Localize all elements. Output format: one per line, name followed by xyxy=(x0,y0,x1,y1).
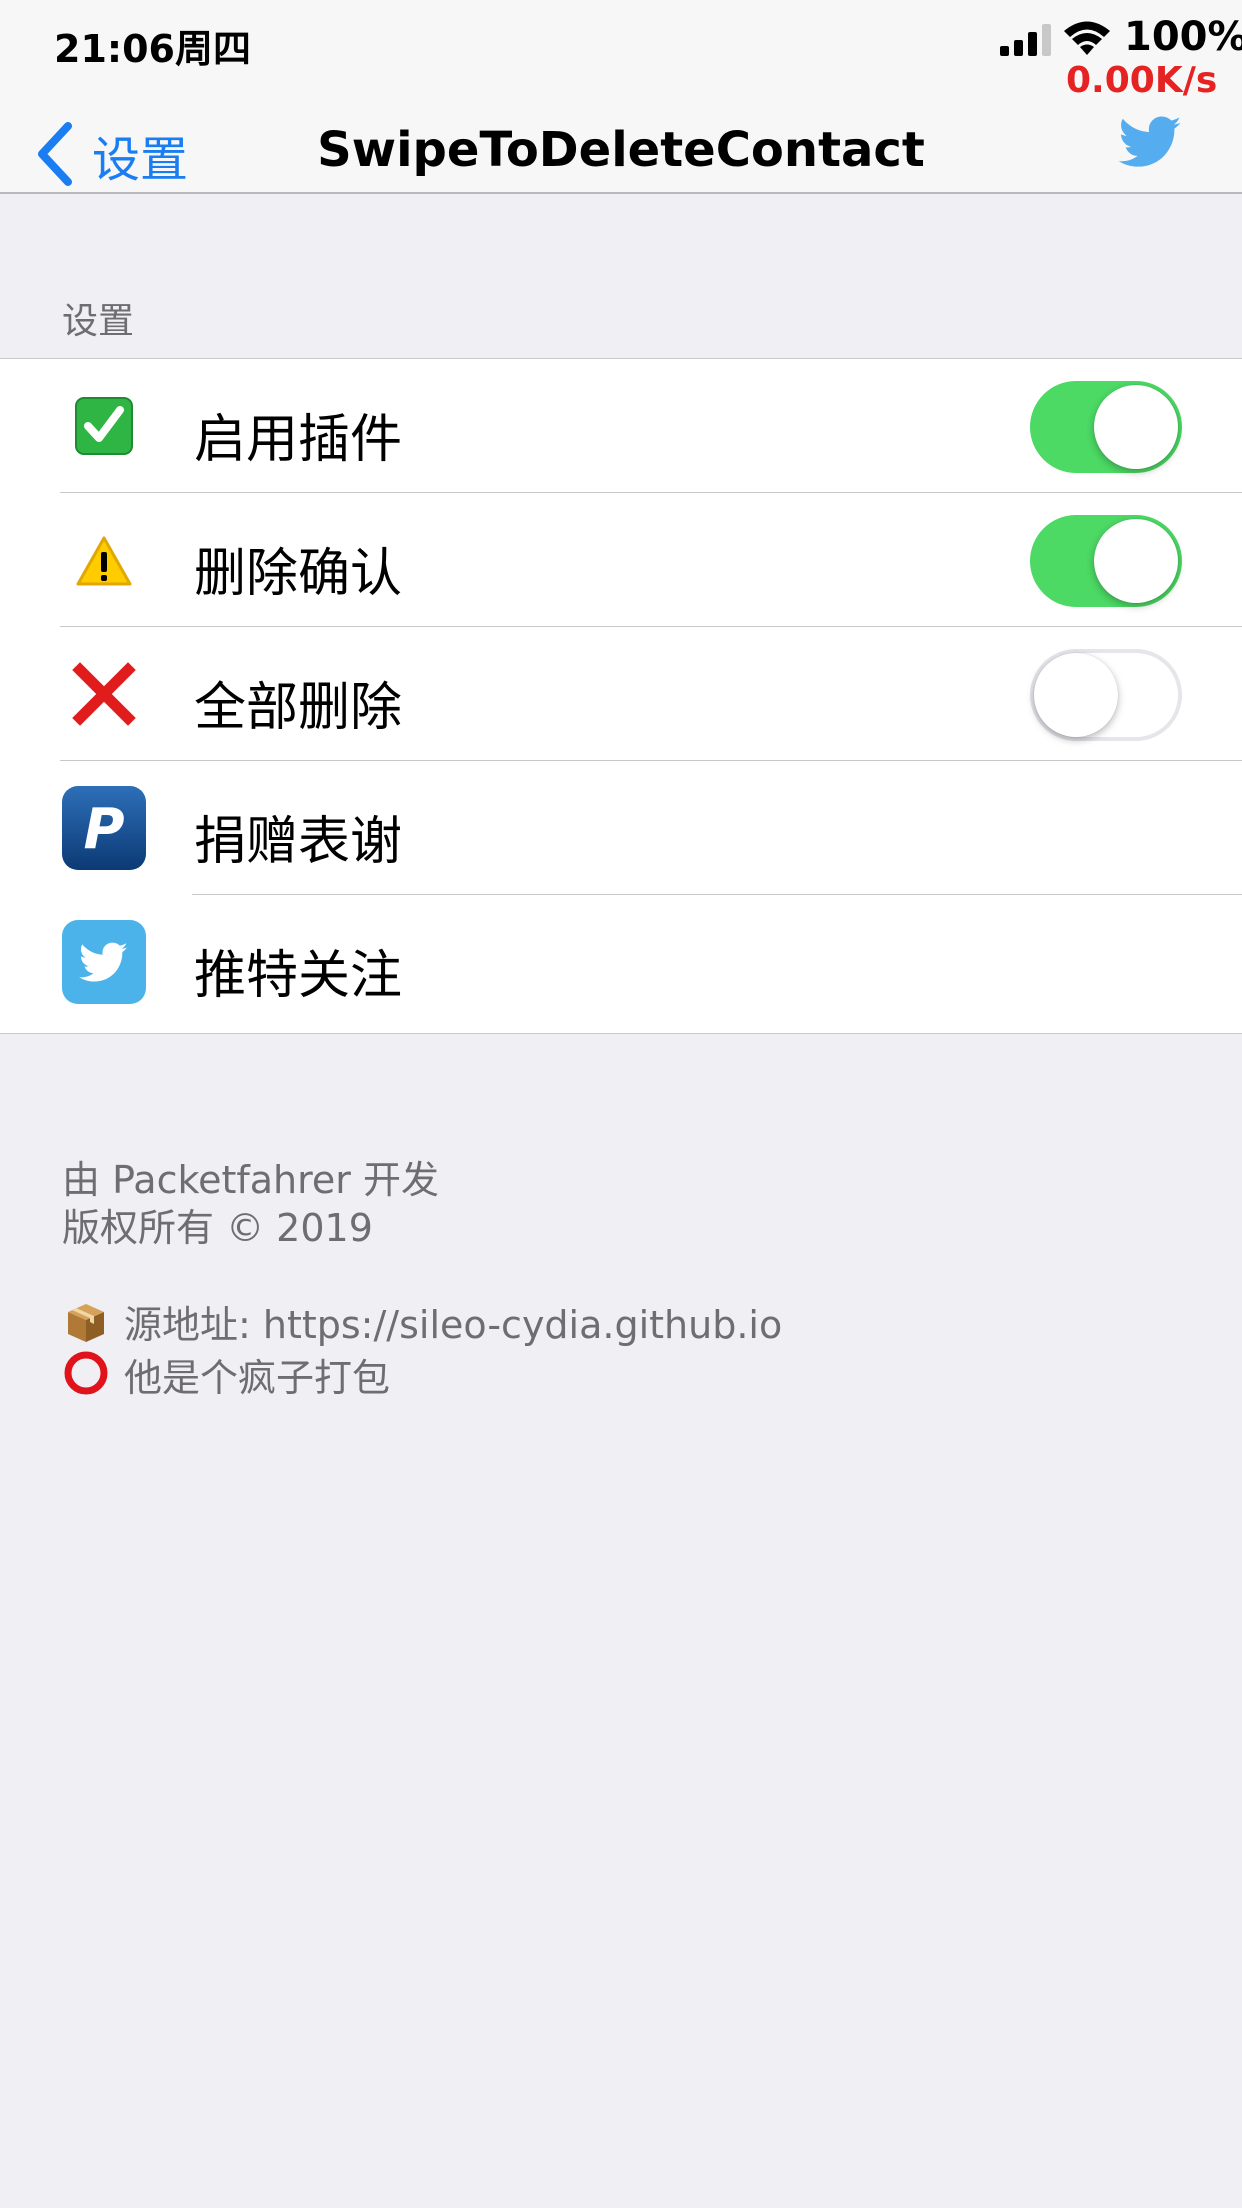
check-mark-icon xyxy=(75,397,133,455)
page-title: SwipeToDeleteContact xyxy=(317,122,925,178)
red-circle-icon xyxy=(64,1351,108,1395)
footer-developer: 由 Packetfahrer 开发 xyxy=(62,1158,440,1202)
row-label: 启用插件 xyxy=(194,410,403,470)
twitter-icon xyxy=(62,920,146,1004)
footer-source-url: 源地址: https://sileo-cydia.github.io xyxy=(124,1303,783,1347)
package-icon xyxy=(68,1304,104,1342)
row-label: 删除确认 xyxy=(194,544,403,604)
footer-copyright: 版权所有 © 2019 xyxy=(62,1206,373,1250)
enable-plugin-toggle[interactable] xyxy=(1030,381,1182,473)
svg-text:P: P xyxy=(83,797,124,862)
battery-percentage: 100% xyxy=(1124,14,1242,60)
row-delete-confirm[interactable]: 删除确认 xyxy=(0,493,1242,627)
paypal-icon: P xyxy=(62,786,146,870)
toggle-knob xyxy=(1034,653,1118,737)
cross-mark-icon xyxy=(72,662,136,726)
wifi-icon xyxy=(1064,21,1110,55)
delete-confirm-toggle[interactable] xyxy=(1030,515,1182,607)
row-enable-plugin[interactable]: 启用插件 xyxy=(0,359,1242,493)
twitter-icon[interactable] xyxy=(1116,108,1184,176)
warning-icon xyxy=(76,536,132,586)
footer-spacer xyxy=(62,1252,782,1300)
navigation-bar: 设置 SwipeToDeleteContact xyxy=(0,100,1242,194)
status-time: 21:06周四 xyxy=(54,27,251,71)
toggle-knob xyxy=(1094,385,1178,469)
row-label: 捐赠表谢 xyxy=(194,812,403,872)
status-bar: 21:06周四 100% 0.00K/s xyxy=(0,0,1242,101)
settings-group: 启用插件 删除确认 全部删除 P 捐赠表谢 推特关注 xyxy=(0,358,1242,1034)
network-speed: 0.00K/s xyxy=(1066,60,1218,101)
delete-all-toggle[interactable] xyxy=(1030,649,1182,741)
footer-packer: 他是个疯子打包 xyxy=(124,1356,391,1400)
toggle-knob xyxy=(1094,519,1178,603)
footer-text: 由 Packetfahrer 开发 版权所有 © 2019 源地址: https… xyxy=(62,1156,782,1402)
cellular-signal-icon xyxy=(1000,24,1051,56)
footer-source-line: 源地址: https://sileo-cydia.github.io xyxy=(62,1300,782,1349)
row-twitter-follow[interactable]: 推特关注 xyxy=(0,895,1242,1029)
section-header: 设置 xyxy=(62,301,135,342)
row-label: 推特关注 xyxy=(194,946,403,1006)
row-donate[interactable]: P 捐赠表谢 xyxy=(0,761,1242,895)
row-delete-all[interactable]: 全部删除 xyxy=(0,627,1242,761)
footer-packer-line: 他是个疯子打包 xyxy=(62,1349,782,1402)
row-label: 全部删除 xyxy=(194,678,403,738)
